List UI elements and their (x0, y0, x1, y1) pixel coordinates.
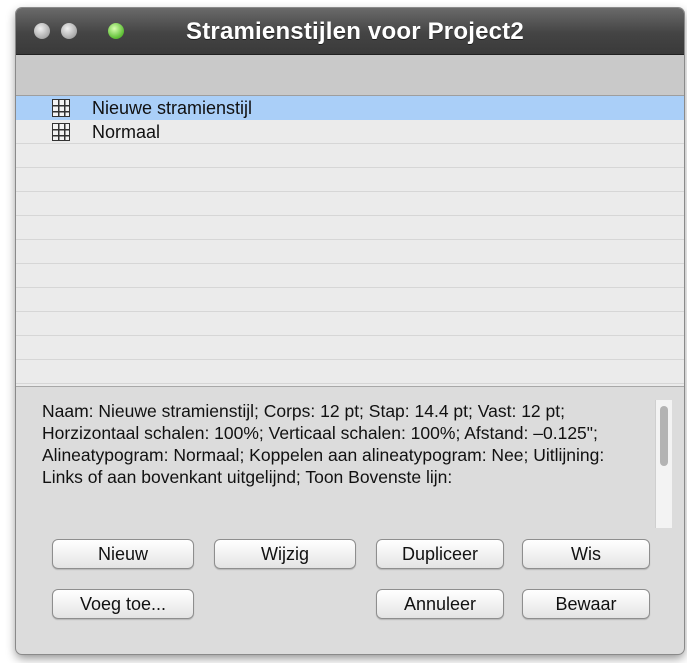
description-scrollbar[interactable] (655, 400, 672, 528)
edit-button[interactable]: Wijzig (214, 539, 356, 569)
zoom-window-icon[interactable] (108, 23, 124, 39)
duplicate-button[interactable]: Dupliceer (376, 539, 504, 569)
minimize-window-icon[interactable] (61, 23, 77, 39)
grid-icon (52, 99, 70, 117)
close-window-icon[interactable] (34, 23, 50, 39)
toolbar-strip (16, 55, 684, 96)
cancel-button[interactable]: Annuleer (376, 589, 504, 619)
scrollbar-thumb[interactable] (660, 406, 668, 466)
list-item-label: Nieuwe stramienstijl (92, 97, 253, 118)
save-button[interactable]: Bewaar (522, 589, 650, 619)
list-item-normaal[interactable]: Normaal (16, 120, 684, 144)
title-bar: Stramienstijlen voor Project2 (16, 8, 684, 55)
list-item-nieuwe-stramienstijl[interactable]: Nieuwe stramienstijl (16, 96, 684, 120)
stramienstijlen-dialog: Stramienstijlen voor Project2 Nieuwe str… (16, 8, 684, 654)
list-item-label: Normaal (92, 121, 161, 142)
style-description-panel: Naam: Nieuwe stramienstijl; Corps: 12 pt… (32, 400, 672, 528)
window-title: Stramienstijlen voor Project2 (186, 18, 524, 45)
new-button[interactable]: Nieuw (52, 539, 194, 569)
add-button[interactable]: Voeg toe... (52, 589, 194, 619)
style-description-text: Naam: Nieuwe stramienstijl; Corps: 12 pt… (42, 401, 605, 487)
grid-icon (52, 123, 70, 141)
delete-button[interactable]: Wis (522, 539, 650, 569)
style-list[interactable]: Nieuwe stramienstijl Normaal (16, 96, 684, 387)
